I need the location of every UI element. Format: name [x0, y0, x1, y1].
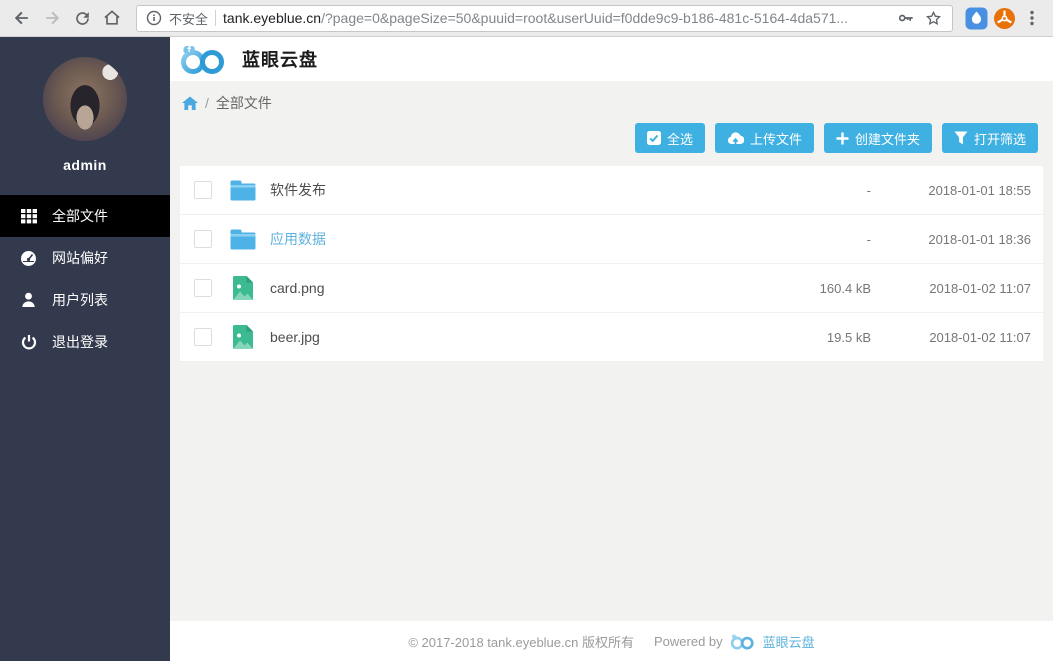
select-all-button[interactable]: 全选 [635, 123, 705, 153]
file-date: 2018-01-02 11:07 [871, 330, 1031, 345]
button-label: 打开筛选 [974, 129, 1026, 148]
breadcrumb: / 全部文件 [170, 81, 1053, 113]
browser-menu-icon[interactable] [1019, 5, 1045, 31]
sidebar: admin 全部文件 网站偏好 用户列表 [0, 37, 170, 661]
username: admin [0, 157, 170, 173]
extension-blue-icon[interactable] [963, 5, 989, 31]
row-checkbox[interactable] [194, 279, 212, 297]
url-domain: tank.eyeblue.cn [223, 10, 321, 26]
breadcrumb-home-icon[interactable] [182, 96, 198, 111]
forward-icon[interactable] [38, 4, 66, 32]
main-content: 蓝眼云盘 / 全部文件 全选 上传文件 [170, 37, 1053, 661]
file-size: 19.5 kB [761, 330, 871, 345]
toolbar: 全选 上传文件 创建文件夹 打开筛选 [170, 113, 1053, 153]
user-icon [20, 292, 37, 309]
omnibox-divider [215, 10, 216, 26]
check-square-icon [647, 131, 661, 145]
upload-file-button[interactable]: 上传文件 [715, 123, 814, 153]
home-icon[interactable] [98, 4, 126, 32]
row-checkbox[interactable] [194, 181, 212, 199]
file-name[interactable]: card.png [270, 280, 761, 296]
sidebar-item-label: 用户列表 [52, 290, 108, 310]
file-size: - [761, 232, 871, 247]
footer-logo-icon [729, 633, 757, 650]
app-header: 蓝眼云盘 [170, 37, 1053, 81]
file-date: 2018-01-01 18:55 [871, 183, 1031, 198]
sidebar-item-logout[interactable]: 退出登录 [0, 321, 170, 363]
file-date: 2018-01-01 18:36 [871, 232, 1031, 247]
file-name[interactable]: beer.jpg [270, 329, 761, 345]
file-name[interactable]: 应用数据 [270, 229, 761, 249]
create-folder-button[interactable]: 创建文件夹 [824, 123, 932, 153]
open-filter-button[interactable]: 打开筛选 [942, 123, 1038, 153]
file-row[interactable]: card.png 160.4 kB 2018-01-02 11:07 [180, 264, 1043, 313]
file-name[interactable]: 软件发布 [270, 180, 761, 200]
row-checkbox[interactable] [194, 230, 212, 248]
info-icon[interactable] [146, 10, 162, 26]
sidebar-item-user-list[interactable]: 用户列表 [0, 279, 170, 321]
powered-by-text: Powered by [654, 634, 723, 649]
sidebar-menu: 全部文件 网站偏好 用户列表 退出登录 [0, 195, 170, 363]
file-row[interactable]: beer.jpg 19.5 kB 2018-01-02 11:07 [180, 313, 1043, 362]
refresh-icon[interactable] [68, 4, 96, 32]
dashboard-icon [20, 250, 37, 267]
power-icon [20, 334, 37, 351]
folder-icon [230, 178, 256, 202]
file-date: 2018-01-02 11:07 [871, 281, 1031, 296]
row-checkbox[interactable] [194, 328, 212, 346]
file-size: 160.4 kB [761, 281, 871, 296]
key-icon[interactable] [896, 8, 916, 28]
sidebar-item-label: 网站偏好 [52, 248, 108, 268]
breadcrumb-current[interactable]: 全部文件 [216, 93, 272, 113]
sidebar-item-label: 全部文件 [52, 206, 108, 226]
breadcrumb-separator: / [205, 95, 209, 111]
app-title: 蓝眼云盘 [242, 46, 318, 72]
sidebar-item-label: 退出登录 [52, 332, 108, 352]
plus-icon [836, 132, 849, 145]
file-row[interactable]: 软件发布 - 2018-01-01 18:55 [180, 166, 1043, 215]
image-file-icon [230, 325, 256, 349]
image-file-icon [230, 276, 256, 300]
file-list: 软件发布 - 2018-01-01 18:55 应用数据 - 2018-01-0… [180, 166, 1043, 362]
security-label: 不安全 [169, 9, 208, 28]
app-logo-icon [178, 43, 230, 75]
grid-icon [20, 208, 37, 225]
bookmark-star-icon[interactable] [924, 9, 943, 28]
button-label: 全选 [667, 129, 693, 148]
cloud-upload-icon [727, 131, 744, 145]
footer-brand-link[interactable]: 蓝眼云盘 [763, 632, 815, 651]
footer: © 2017-2018 tank.eyeblue.cn 版权所有 Powered… [170, 621, 1053, 661]
copyright-text: © 2017-2018 tank.eyeblue.cn 版权所有 [408, 632, 634, 651]
folder-icon [230, 227, 256, 251]
extension-orange-icon[interactable] [991, 5, 1017, 31]
sidebar-item-all-files[interactable]: 全部文件 [0, 195, 170, 237]
url-text[interactable]: tank.eyeblue.cn/?page=0&pageSize=50&puui… [223, 10, 889, 26]
browser-toolbar: 不安全 tank.eyeblue.cn/?page=0&pageSize=50&… [0, 0, 1053, 37]
avatar[interactable] [43, 57, 127, 141]
button-label: 创建文件夹 [855, 129, 920, 148]
sidebar-item-site-preferences[interactable]: 网站偏好 [0, 237, 170, 279]
url-query: /?page=0&pageSize=50&puuid=root&userUuid… [321, 10, 848, 26]
address-bar[interactable]: 不安全 tank.eyeblue.cn/?page=0&pageSize=50&… [136, 5, 953, 32]
button-label: 上传文件 [750, 129, 802, 148]
back-icon[interactable] [8, 4, 36, 32]
filter-icon [954, 131, 968, 145]
file-row[interactable]: 应用数据 - 2018-01-01 18:36 [180, 215, 1043, 264]
file-size: - [761, 183, 871, 198]
